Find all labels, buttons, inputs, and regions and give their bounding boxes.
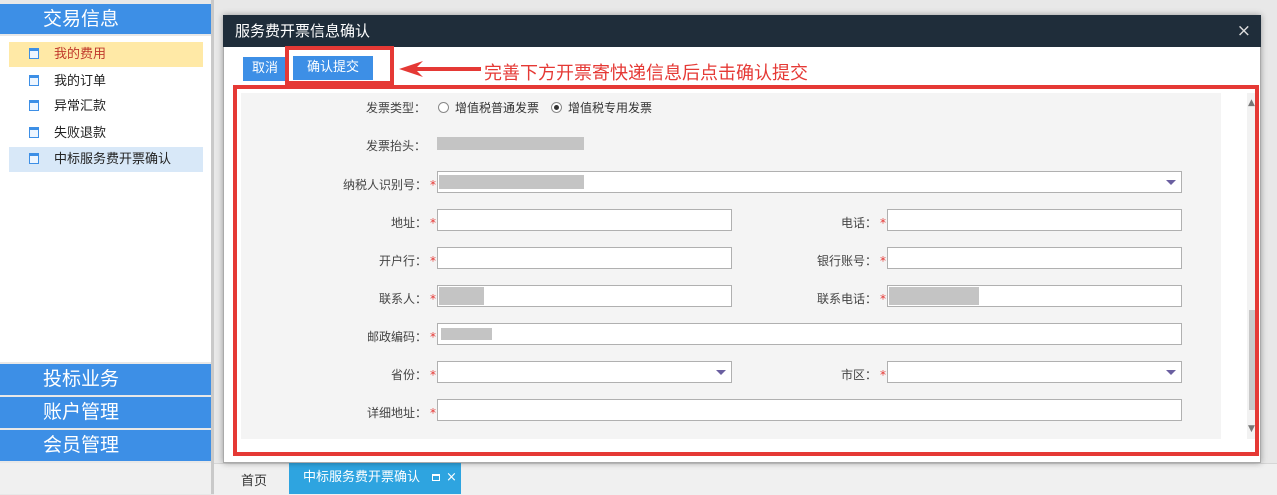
taxpayer-id-value [439,175,584,189]
sidebar-item-label: 失败退款 [54,126,107,141]
sidebar-section-label: 交易信息 [43,8,120,30]
contact-input[interactable] [437,285,732,307]
address-label-text: 地址： [390,216,427,230]
contact-label-text: 联系人： [378,292,427,306]
sidebar-item-my-fees[interactable]: 我的费用 [9,42,203,67]
required-mark: * [880,216,886,230]
required-mark: * [880,368,886,382]
phone-label: 电话： * [760,214,886,231]
required-mark: * [430,292,436,306]
chevron-down-icon[interactable] [1166,370,1176,375]
sidebar-item-my-orders[interactable]: 我的订单 [9,69,203,94]
detail-address-label: 详细地址： * [300,404,436,421]
tab-home[interactable]: 首页 [241,470,267,489]
chevron-down-icon[interactable] [716,370,726,375]
sidebar-item-label: 异常汇款 [54,99,107,114]
phone-input[interactable] [887,209,1182,231]
sidebar-section-label: 账户管理 [43,401,120,423]
sidebar-section-account[interactable]: 账户管理 [0,397,211,428]
required-mark: * [430,406,436,420]
sidebar-footer [0,463,211,494]
sidebar-item-label: 中标服务费开票确认 [54,152,172,167]
postal-code-input[interactable] [437,323,1182,345]
sidebar-menu: 我的费用 我的订单 异常汇款 失败退款 中标服务费开票确认 [0,36,211,362]
bank-label-text: 开户行： [378,254,427,268]
contact-phone-value [889,287,979,305]
bank-account-label-text: 银行账号： [816,254,877,268]
postal-code-label-text: 邮政编码： [366,330,427,344]
tab-label: 中标服务费开票确认 [303,470,421,485]
notepad-icon [29,127,39,138]
sidebar-section-label: 投标业务 [43,368,120,390]
close-icon[interactable]: × [1237,15,1251,47]
contact-phone-input[interactable] [887,285,1182,307]
sidebar-splitter[interactable] [211,0,214,494]
required-mark: * [430,330,436,344]
phone-label-text: 电话： [840,216,877,230]
notepad-icon [29,153,39,164]
city-label: 市区： * [760,366,886,383]
radio-special-invoice-label: 增值税专用发票 [568,101,653,115]
postal-code-label: 邮政编码： * [300,328,436,345]
required-mark: * [430,254,436,268]
sidebar-item-abnormal-remittance[interactable]: 异常汇款 [9,94,203,119]
contact-phone-label-text: 联系电话： [816,292,877,306]
province-select[interactable] [437,361,732,383]
required-mark: * [880,254,886,268]
bank-input[interactable] [437,247,732,269]
submit-button[interactable]: 确认提交 [293,56,373,80]
cancel-button[interactable]: 取消 [243,57,287,81]
detail-address-label-text: 详细地址： [366,406,427,420]
taxpayer-id-select[interactable] [437,171,1182,193]
chevron-down-icon[interactable] [1166,180,1176,185]
required-mark: * [880,292,886,306]
required-mark: * [430,178,436,192]
province-label: 省份： * [300,366,436,383]
invoice-title-label: 发票抬头： [365,139,426,153]
radio-special-invoice[interactable] [551,102,562,113]
annotation-text: 完善下方开票寄快递信息后点击确认提交 [484,63,808,84]
required-mark: * [430,216,436,230]
bank-label: 开户行： * [300,252,436,269]
radio-general-invoice-label: 增值税普通发票 [455,101,540,115]
tab-service-fee-invoice[interactable]: 中标服务费开票确认 × [289,462,461,494]
annotation-arrow-icon [399,61,481,77]
invoice-type-label: 发票类型： [365,101,426,115]
dialog-titlebar: 服务费开票信息确认 × [223,15,1261,47]
dialog-title: 服务费开票信息确认 [235,22,371,40]
sidebar-item-failed-refund[interactable]: 失败退款 [9,121,203,146]
radio-general-invoice[interactable] [438,102,449,113]
tab-close-icon[interactable]: × [446,462,457,494]
sidebar-section-trade[interactable]: 交易信息 [0,4,211,34]
taxpayer-id-label: 纳税人识别号： * [300,176,436,193]
invoice-title-value [437,137,584,150]
bank-account-input[interactable] [887,247,1182,269]
maximize-icon[interactable] [432,474,440,481]
sidebar-item-label: 我的费用 [54,47,107,62]
contact-phone-label: 联系电话： * [760,290,886,307]
taxpayer-id-label-text: 纳税人识别号： [342,178,427,192]
bank-account-label: 银行账号： * [760,252,886,269]
contact-value [439,287,484,305]
address-input[interactable] [437,209,732,231]
notepad-icon [29,48,39,59]
sidebar-section-label: 会员管理 [43,434,120,456]
contact-label: 联系人： * [300,290,436,307]
city-select[interactable] [887,361,1182,383]
postal-code-value [441,328,492,340]
required-mark: * [430,368,436,382]
sidebar-item-service-fee-invoice[interactable]: 中标服务费开票确认 [9,147,203,172]
sidebar-item-label: 我的订单 [54,74,107,89]
address-label: 地址： * [300,214,436,231]
detail-address-input[interactable] [437,399,1182,421]
city-label-text: 市区： [840,368,877,382]
province-label-text: 省份： [390,368,427,382]
sidebar-section-member[interactable]: 会员管理 [0,430,211,461]
notepad-icon [29,100,39,111]
sidebar-section-bidding[interactable]: 投标业务 [0,364,211,395]
notepad-icon [29,75,39,86]
